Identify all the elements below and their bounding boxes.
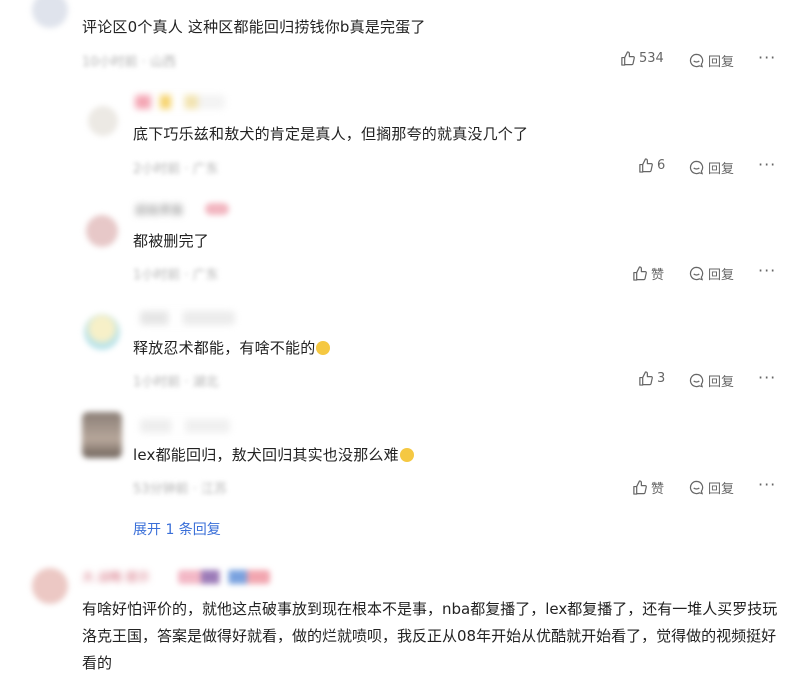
emoji-icon — [399, 448, 414, 462]
thumb-up-icon — [638, 371, 653, 386]
reply-bubble-icon — [689, 266, 704, 281]
user-badge — [205, 203, 229, 215]
username[interactable] — [140, 419, 230, 433]
reply-label: 回复 — [708, 55, 735, 70]
comment-meta: 10小时前 · 山西 — [82, 55, 176, 70]
more-icon[interactable]: ··· — [758, 368, 776, 387]
avatar[interactable] — [84, 314, 120, 350]
reply-label: 回复 — [708, 375, 735, 390]
expand-replies-link[interactable]: 展开 1 条回复 — [133, 519, 221, 539]
reply-bubble-icon — [689, 373, 704, 388]
reply-button[interactable]: 回复 — [689, 264, 734, 283]
reply-button[interactable]: 回复 — [689, 158, 734, 177]
comment-meta: 1小时前 · 广东 — [133, 268, 219, 283]
like-button[interactable]: 6 — [638, 158, 665, 173]
username[interactable]: 超级黑猫 — [135, 201, 183, 218]
like-label: 赞 — [651, 482, 665, 497]
like-count: 534 — [639, 51, 664, 66]
reply-button[interactable]: 回复 — [689, 371, 734, 390]
reply-button[interactable]: 回复 — [689, 51, 734, 70]
comment-meta: 2小时前 · 广东 — [133, 162, 219, 177]
thumb-up-icon — [620, 51, 635, 66]
comment-meta: 1小时前 · 湖北 — [133, 375, 219, 390]
avatar[interactable] — [86, 215, 118, 247]
comment-text-content: 释放忍术都能，有啥不能的 — [133, 339, 316, 357]
like-count: 6 — [657, 158, 666, 173]
avatar[interactable] — [88, 106, 118, 136]
like-button[interactable]: 赞 — [632, 478, 664, 497]
comment-text-content: lex都能回归，敖犬回归其实也没那么难 — [133, 446, 399, 464]
like-button[interactable]: 534 — [620, 51, 664, 66]
username[interactable] — [140, 311, 235, 325]
thumb-up-icon — [638, 158, 653, 173]
avatar[interactable] — [32, 568, 68, 604]
comment-text: 底下巧乐兹和敖犬的肯定是真人，但搁那夸的就真没几个了 — [133, 125, 529, 143]
like-button[interactable]: 赞 — [632, 264, 664, 283]
thumb-up-icon — [632, 480, 647, 495]
reply-bubble-icon — [689, 160, 704, 175]
reply-label: 回复 — [708, 268, 735, 283]
like-label: 赞 — [651, 268, 665, 283]
more-icon[interactable]: ··· — [758, 48, 776, 67]
avatar[interactable] — [32, 0, 68, 28]
reply-bubble-icon — [689, 480, 704, 495]
more-icon[interactable]: ··· — [758, 475, 776, 494]
username[interactable] — [135, 95, 225, 109]
emoji-icon — [316, 341, 331, 355]
comment-text: 释放忍术都能，有啥不能的 — [133, 337, 331, 358]
comment-text: 有啥好怕评价的，就他这点破事放到现在根本不是事，nba都复播了，lex都复播了，… — [82, 600, 778, 672]
user-badges — [178, 570, 270, 584]
like-count: 3 — [657, 371, 666, 386]
reply-label: 回复 — [708, 162, 735, 177]
reply-bubble-icon — [689, 53, 704, 68]
comment-text: lex都能回归，敖犬回归其实也没那么难 — [133, 444, 414, 465]
comment-meta: 53分钟前 · 江苏 — [133, 482, 227, 497]
more-icon[interactable]: ··· — [758, 261, 776, 280]
username[interactable]: 大 战略 提示 — [82, 568, 150, 585]
like-button[interactable]: 3 — [638, 371, 665, 386]
reply-label: 回复 — [708, 482, 735, 497]
thumb-up-icon — [632, 266, 647, 281]
avatar[interactable] — [82, 412, 122, 458]
comment-text: 评论区0个真人 这种区都能回归捞钱你b真是完蛋了 — [82, 18, 426, 36]
comment-text: 都被删完了 — [133, 232, 210, 250]
reply-button[interactable]: 回复 — [689, 478, 734, 497]
more-icon[interactable]: ··· — [758, 155, 776, 174]
